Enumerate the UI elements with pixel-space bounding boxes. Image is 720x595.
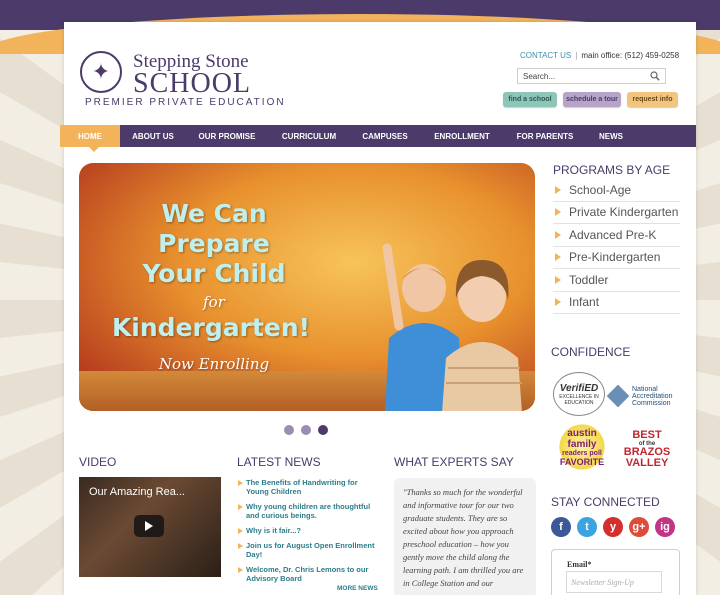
programs-list: School-Age Private Kindergarten Advanced… [553,179,680,314]
program-item-pre-kindergarten[interactable]: Pre-Kindergarten [553,247,680,269]
google-plus-icon[interactable]: g+ [629,517,649,537]
hero-line6: Now Enrolling [158,355,270,373]
news-item[interactable]: Why young children are thoughtful and cu… [237,502,380,520]
program-label: Pre-Kindergarten [569,250,661,265]
arrow-icon [555,253,561,262]
news-list: The Benefits of Handwriting for Young Ch… [237,478,380,589]
program-item-toddler[interactable]: Toddler [553,269,680,292]
separator: | [575,51,578,60]
search-icon[interactable] [650,71,660,81]
news-item[interactable]: The Benefits of Handwriting for Young Ch… [237,478,380,496]
arrow-icon [555,185,561,194]
verified-sub: EXCELLENCE IN EDUCATION [559,393,599,406]
child-girl-illustration [442,260,522,411]
hero-line3: Your Child [142,259,286,288]
stay-connected-title: STAY CONNECTED [551,495,660,509]
best-l3: BRAZOS [623,445,671,458]
video-title: VIDEO [79,455,117,469]
nac-logo-icon [606,384,630,408]
program-item-advanced-pre-k[interactable]: Advanced Pre-K [553,224,680,247]
play-button[interactable] [134,515,164,537]
nav-item-for-parents[interactable]: FOR PARENTS [504,125,586,147]
arrow-icon [555,230,561,239]
contact-us-link[interactable]: CONTACT US [520,51,571,60]
austin-family-badge[interactable]: austin family readers poll FAVORITE [553,424,611,470]
hero-line2: Prepare [158,229,270,258]
nac-badge[interactable]: National Accreditation Commission [606,382,682,410]
find-a-school-button[interactable]: find a school [503,92,557,107]
best-l4: VALLEY [625,456,669,469]
email-field[interactable]: Newsletter Sign-Up [566,571,662,593]
austin-l1: austin family [567,427,597,450]
hero-slide[interactable]: We Can Prepare Your Child for Kindergart… [79,163,535,411]
program-item-private-kindergarten[interactable]: Private Kindergarten [553,202,680,224]
latest-news-title: LATEST NEWS [237,455,321,469]
confidence-title: CONFIDENCE [551,345,631,359]
logo-line2: SCHOOL [133,68,252,99]
contact-line: CONTACT US | main office: (512) 459-0258 [520,51,679,60]
best-of-brazos-badge[interactable]: BEST of the BRAZOS VALLEY [624,427,670,471]
email-label: Email* [567,560,592,569]
video-caption: Our Amazing Rea... [89,486,185,498]
austin-l3: FAVORITE [559,456,605,467]
verified-badge[interactable]: VerifiED EXCELLENCE IN EDUCATION [553,372,605,416]
video-player[interactable]: Our Amazing Rea... [79,477,221,577]
programs-title: PROGRAMS BY AGE [553,163,671,177]
nav-item-about-us[interactable]: ABOUT US [120,125,186,147]
verified-name: VerifiED [559,382,599,394]
twitter-icon[interactable]: t [577,517,597,537]
nav-item-our-promise[interactable]: OUR PROMISE [186,125,268,147]
nav-active-pointer [89,147,99,152]
more-news-link[interactable]: MORE NEWS [337,585,378,592]
school-logo[interactable]: ✦ Stepping Stone SCHOOL PREMIER PRIVATE … [80,51,284,111]
main-nav: HOME ABOUT US OUR PROMISE CURRICULUM CAM… [60,125,696,147]
expert-quote: "Thanks so much for the wonderful and in… [394,478,536,595]
hero-line4: for [203,293,225,311]
arrow-icon [555,208,561,217]
carousel-dot-1[interactable] [284,425,294,435]
request-info-button[interactable]: request info [627,92,678,107]
search-input[interactable]: Search... [517,68,666,84]
arrow-icon [555,275,561,284]
program-label: Infant [569,295,600,310]
program-item-school-age[interactable]: School-Age [553,179,680,202]
nav-item-enrollment[interactable]: ENROLLMENT [420,125,504,147]
experts-title: WHAT EXPERTS SAY [394,455,514,469]
news-item[interactable]: Why is it fair...? [237,526,380,535]
news-item[interactable]: Welcome, Dr. Chris Lemons to our Advisor… [237,565,380,583]
nav-item-news[interactable]: NEWS [586,125,636,147]
arrow-icon [555,298,561,307]
yelp-icon[interactable]: y [603,517,623,537]
nac-text: National Accreditation Commission [632,385,673,407]
program-label: Toddler [569,272,609,287]
hero-line1: We Can [161,199,267,228]
logo-tagline: PREMIER PRIVATE EDUCATION [85,97,286,108]
schedule-a-tour-button[interactable]: schedule a tour [563,92,621,107]
social-icons: f t y g+ ig [551,517,675,537]
instagram-icon[interactable]: ig [655,517,675,537]
nav-item-home[interactable]: HOME [60,125,120,147]
main-office-phone: main office: (512) 459-0258 [581,51,680,60]
austin-l2: readers poll [562,449,602,457]
facebook-icon[interactable]: f [551,517,571,537]
carousel-dots [284,425,328,435]
program-label: Advanced Pre-K [569,227,657,242]
carousel-dot-2[interactable] [301,425,311,435]
hero-line5: Kindergarten! [111,313,311,342]
logo-mark-icon: ✦ [80,51,122,93]
news-item[interactable]: Join us for August Open Enrollment Day! [237,541,380,559]
program-label: Private Kindergarten [569,205,679,220]
program-label: School-Age [569,182,632,197]
nav-item-curriculum[interactable]: CURRICULUM [268,125,350,147]
carousel-dot-3[interactable] [318,425,328,435]
play-icon [145,521,153,531]
program-item-infant[interactable]: Infant [553,292,680,314]
best-l1: BEST [632,428,662,441]
nav-item-campuses[interactable]: CAMPUSES [350,125,420,147]
